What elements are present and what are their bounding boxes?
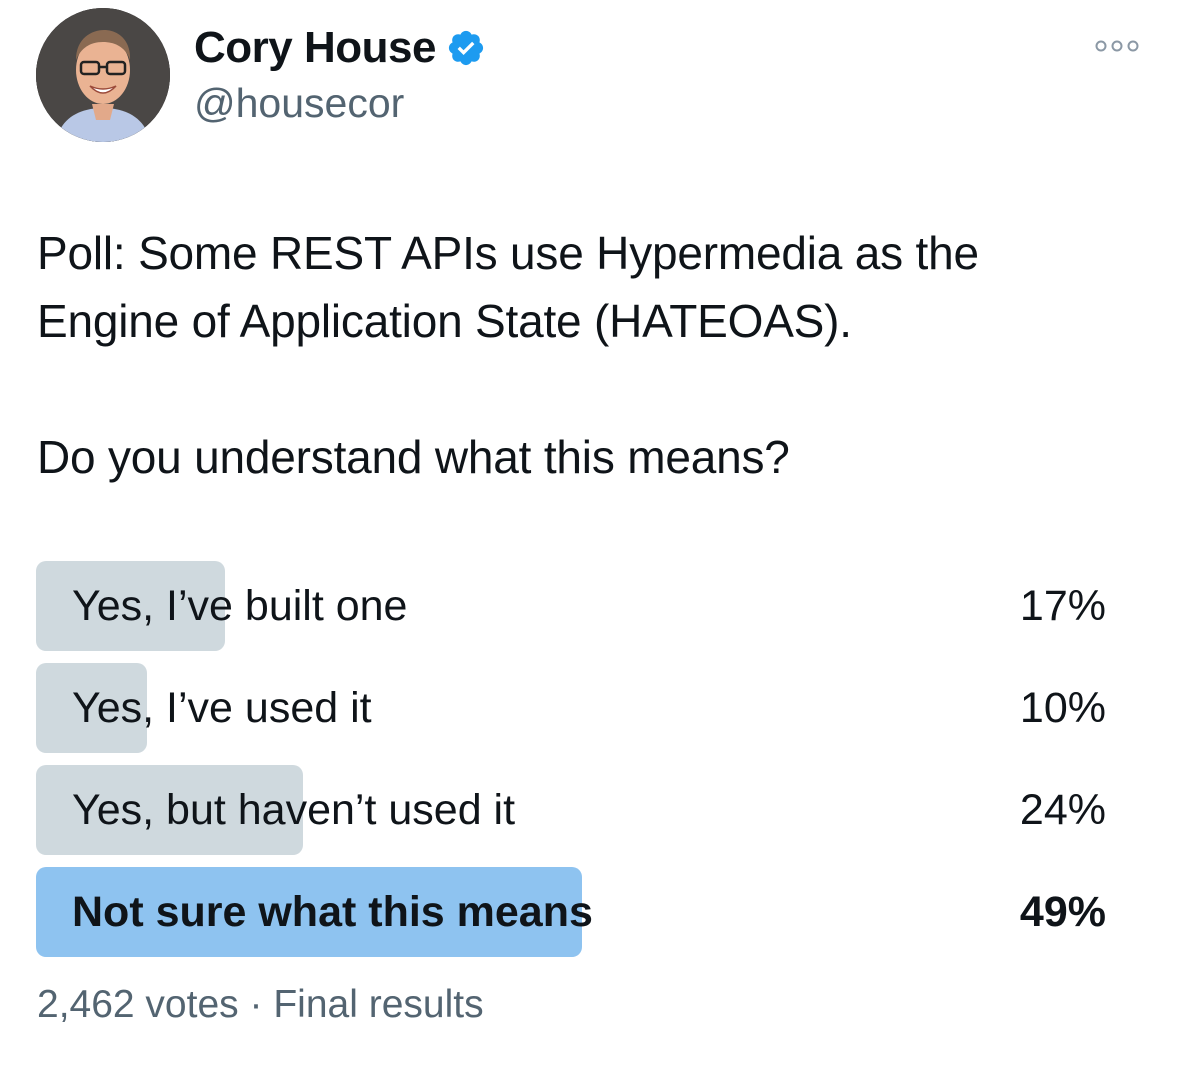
poll-option-percent: 24% <box>1019 786 1106 834</box>
poll-option-percent: 17% <box>1019 582 1106 630</box>
poll-footer-separator: · <box>249 983 263 1026</box>
poll-option-percent: 10% <box>1019 684 1106 732</box>
poll-option-percent: 49% <box>1019 888 1106 936</box>
poll-option: Yes, but haven’t used it 24% <box>36 765 1106 855</box>
poll-option: Yes, I’ve built one 17% <box>36 561 1106 651</box>
avatar[interactable] <box>36 8 170 142</box>
poll-option-label: Yes, I’ve built one <box>72 582 408 630</box>
poll-option-label: Yes, but haven’t used it <box>72 786 516 834</box>
author-display-name[interactable]: Cory House <box>194 22 436 74</box>
poll-option: Not sure what this means 49% <box>36 867 1106 957</box>
poll: Yes, I’ve built one 17% Yes, I’ve used i… <box>36 561 1106 969</box>
verified-badge-icon <box>446 28 486 68</box>
author-handle[interactable]: @housecor <box>194 78 404 128</box>
poll-status: Final results <box>273 983 484 1026</box>
tweet-text: Poll: Some REST APIs use Hypermedia as t… <box>37 227 979 483</box>
poll-option-label: Not sure what this means <box>72 888 593 936</box>
poll-vote-count: 2,462 votes <box>37 983 239 1026</box>
poll-footer: 2,462 votes · Final results <box>37 978 484 1032</box>
poll-option: Yes, I’ve used it 10% <box>36 663 1106 753</box>
poll-option-label: Yes, I’ve used it <box>72 684 372 732</box>
more-options-icon[interactable] <box>1094 34 1140 58</box>
author-name-row[interactable]: Cory House <box>194 22 486 74</box>
